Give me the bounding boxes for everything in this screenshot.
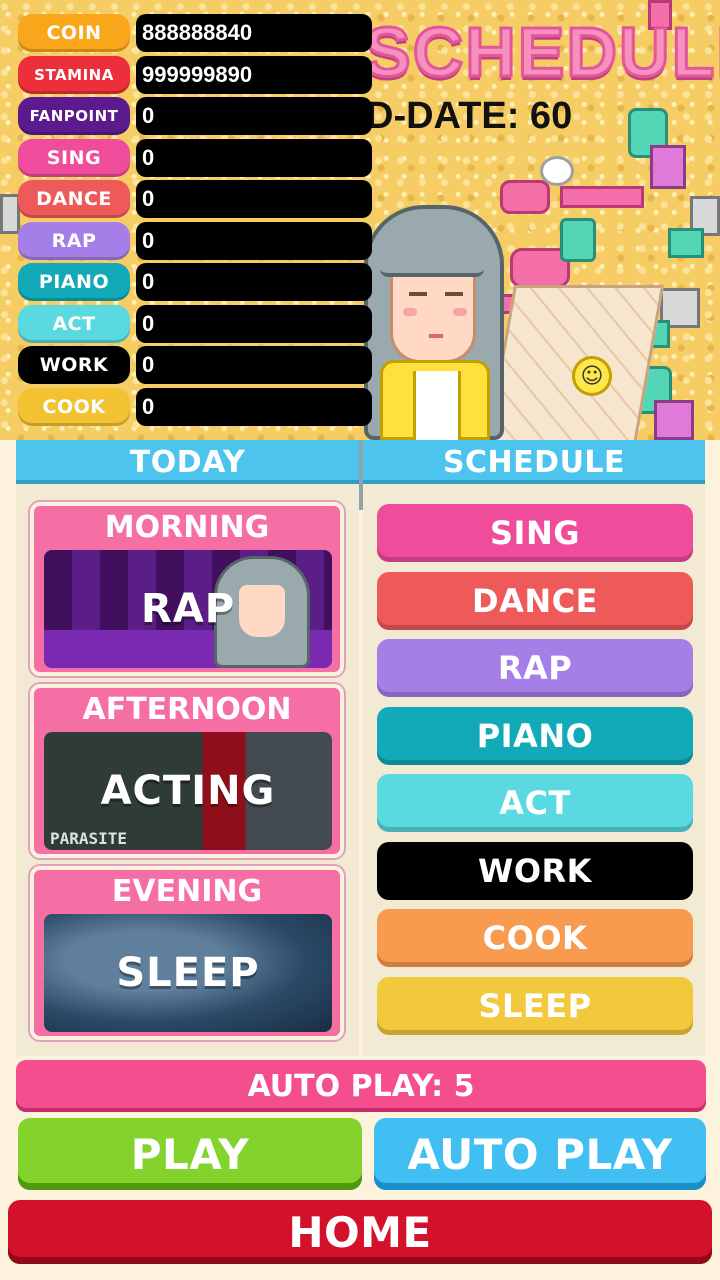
peace-sign-icon — [560, 218, 596, 262]
stat-value: 0 — [136, 138, 372, 177]
stat-value: 0 — [136, 304, 372, 343]
stat-row-piano: PIANO 0 — [18, 263, 372, 301]
bow-icon — [650, 145, 686, 189]
today-panel: TODAY MORNING RAP AFTERNOON PARASITE ACT… — [16, 440, 359, 1056]
character-shirt-inner — [413, 371, 461, 440]
blush-left — [403, 308, 417, 316]
acting-scene-image: PARASITE ACTING — [44, 732, 332, 850]
schedule-panel: SCHEDULE SING DANCE RAP PIANO ACT WORK COOK SLE… — [363, 440, 705, 1056]
stat-label: PIANO — [18, 263, 130, 301]
stat-row-coin: COIN 888888840 — [18, 14, 372, 52]
bow-icon — [654, 400, 694, 440]
schedule-option-work[interactable]: WORK — [377, 841, 693, 900]
stat-value: 999999890 — [136, 55, 372, 94]
stat-row-fanpoint: FANPOINT 0 — [18, 97, 372, 135]
schedule-option-rap[interactable]: RAP — [377, 639, 693, 697]
stat-label: COIN — [18, 14, 130, 52]
stat-value: 0 — [136, 97, 372, 135]
floor-mat — [485, 285, 665, 440]
page-title: SCHEDULE — [363, 12, 720, 93]
d-date-counter: D-DATE: 60 — [366, 95, 573, 137]
slot-afternoon[interactable]: AFTERNOON PARASITE ACTING — [30, 684, 344, 858]
smiley-icon: ☺ — [572, 356, 612, 396]
stat-label: STAMINA — [18, 55, 130, 94]
stat-row-sing: SING 0 — [18, 138, 372, 177]
rap-scene-image: RAP — [44, 550, 332, 668]
schedule-option-sing[interactable]: SING — [377, 504, 693, 562]
stat-row-dance: DANCE 0 — [18, 180, 372, 218]
schedule-header: SCHEDULE — [363, 440, 705, 484]
stat-row-stamina: STAMINA 999999890 — [18, 55, 372, 94]
stat-label: WORK — [18, 346, 130, 384]
stat-value: 0 — [136, 346, 372, 384]
ball-icon — [540, 156, 574, 186]
slot-evening[interactable]: EVENING SLEEP — [30, 866, 344, 1040]
sticker-label-icon — [560, 186, 644, 208]
stat-label: COOK — [18, 387, 130, 426]
stat-row-work: WORK 0 — [18, 346, 372, 384]
slot-period-label: AFTERNOON — [82, 692, 292, 727]
stat-value: 0 — [136, 263, 372, 301]
schedule-option-piano[interactable]: PIANO — [377, 706, 693, 765]
stat-label: RAP — [18, 221, 130, 260]
stat-label: SING — [18, 138, 130, 177]
eye-right — [445, 292, 463, 296]
stat-row-cook: COOK 0 — [18, 387, 372, 426]
room-scene: ☺ SCHEDULE D-DATE: 60 COIN888888840STAMI… — [0, 0, 720, 440]
autoplay-count: AUTO PLAY: 5 — [16, 1060, 706, 1112]
stat-value: 888888840 — [136, 14, 372, 52]
slot-activity-label: ACTING — [100, 768, 276, 814]
stat-label: DANCE — [18, 180, 130, 218]
stat-label: ACT — [18, 304, 130, 343]
today-header: TODAY — [16, 440, 359, 484]
character-shirt — [380, 360, 490, 440]
auto-play-button[interactable]: AUTO PLAY — [374, 1118, 706, 1190]
blush-right — [453, 308, 467, 316]
schedule-option-cook[interactable]: COOK — [377, 909, 693, 967]
character-mouth — [429, 334, 443, 338]
stat-value: 0 — [136, 221, 372, 260]
stat-value: 0 — [136, 387, 372, 426]
slot-activity-label: RAP — [140, 586, 236, 632]
sticker-tag-icon — [668, 228, 704, 258]
stat-row-act: ACT 0 — [18, 304, 372, 343]
slot-activity-label: SLEEP — [116, 950, 260, 996]
bead-icon — [0, 194, 20, 234]
sleep-scene-image: SLEEP — [44, 914, 332, 1032]
schedule-option-sleep[interactable]: SLEEP — [377, 976, 693, 1035]
stat-label: FANPOINT — [18, 97, 130, 135]
play-button[interactable]: PLAY — [18, 1118, 362, 1190]
stat-value: 0 — [136, 180, 372, 218]
eye-left — [409, 292, 427, 296]
slot-period-label: MORNING — [104, 510, 270, 545]
slot-period-label: EVENING — [111, 874, 263, 909]
stat-row-rap: RAP 0 — [18, 221, 372, 260]
home-button[interactable]: HOME — [8, 1200, 712, 1264]
schedule-option-act[interactable]: ACT — [377, 774, 693, 832]
slot-morning[interactable]: MORNING RAP — [30, 502, 344, 676]
schedule-option-dance[interactable]: DANCE — [377, 571, 693, 630]
